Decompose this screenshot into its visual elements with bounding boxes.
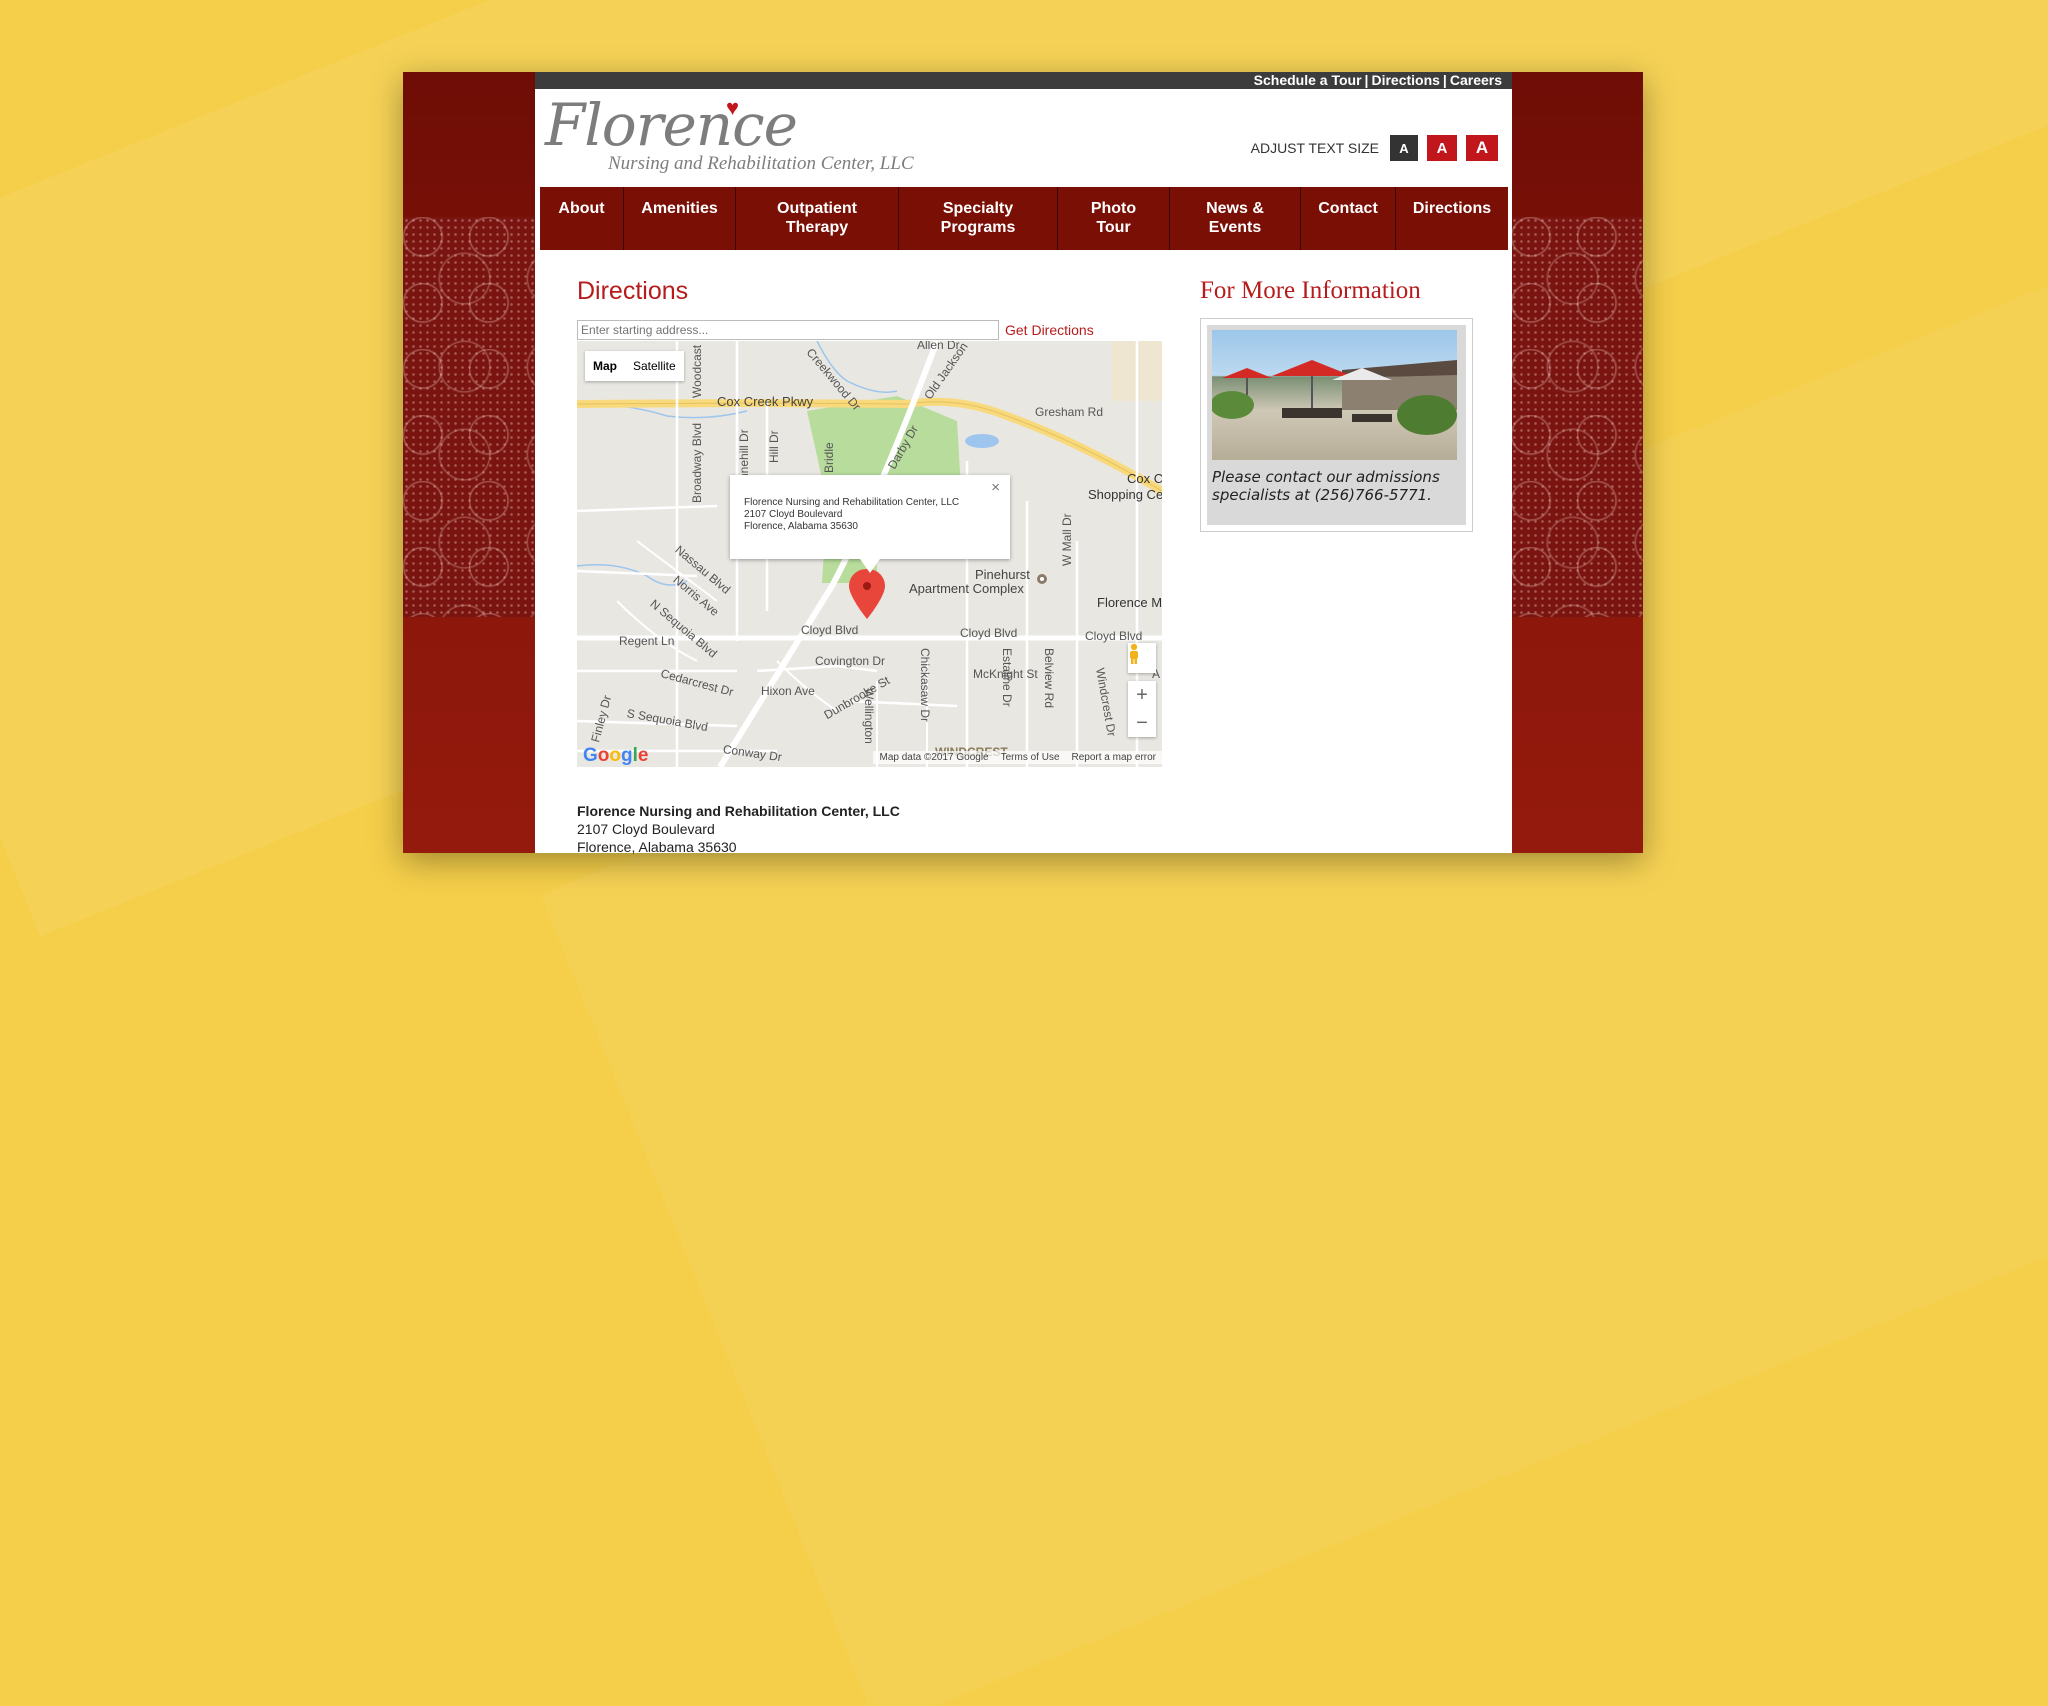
map-label: Chickasaw Dr bbox=[918, 648, 932, 723]
map-label: Wellington bbox=[862, 688, 876, 744]
pegman-icon[interactable] bbox=[1128, 643, 1156, 673]
close-icon[interactable]: × bbox=[991, 480, 1000, 495]
nav-item-amenities[interactable]: Amenities bbox=[624, 187, 736, 250]
zoom-in-button[interactable]: + bbox=[1128, 681, 1156, 709]
address-street: 2107 Cloyd Boulevard bbox=[577, 821, 715, 837]
map-label: Shopping Ce bbox=[1088, 487, 1162, 502]
map-label: Bridle bbox=[822, 442, 836, 473]
starting-address-input[interactable] bbox=[577, 320, 999, 340]
map-label: Regent Ln bbox=[619, 634, 675, 648]
map-label: Florence M bbox=[1097, 595, 1162, 610]
logo-subtitle: Nursing and Rehabilitation Center, LLC bbox=[608, 153, 914, 174]
map-label: W Mall Dr bbox=[1060, 513, 1074, 566]
nav-item-specialty-programs[interactable]: Specialty Programs bbox=[899, 187, 1058, 250]
directions-link[interactable]: Directions bbox=[1371, 72, 1439, 88]
map-attribution: Map data ©2017 Google Terms of Use Repor… bbox=[873, 751, 1162, 764]
map-label: Woodcast bbox=[690, 344, 704, 398]
nav-item-directions[interactable]: Directions bbox=[1396, 187, 1508, 250]
terms-of-use-link[interactable]: Terms of Use bbox=[1001, 752, 1060, 763]
report-map-error-link[interactable]: Report a map error bbox=[1072, 752, 1156, 763]
schedule-tour-link[interactable]: Schedule a Tour bbox=[1254, 72, 1362, 88]
site-page: Schedule a Tour | Directions | Careers Flore… bbox=[535, 72, 1512, 856]
google-logo: Google bbox=[583, 745, 649, 766]
map-type-satellite-button[interactable]: Satellite bbox=[625, 359, 684, 373]
map-label: Pinehurst bbox=[975, 567, 1030, 582]
nav-item-contact[interactable]: Contact bbox=[1301, 187, 1396, 250]
map-label: Covington Dr bbox=[815, 654, 886, 668]
main-nav: About Amenities Outpatient Therapy Speci… bbox=[540, 187, 1508, 250]
map-label: Cox Creek Pkwy bbox=[717, 394, 814, 409]
nav-item-photo-tour[interactable]: Photo Tour bbox=[1058, 187, 1170, 250]
address-block: Florence Nursing and Rehabilitation Cent… bbox=[577, 802, 900, 856]
site-header: Florence ♥ Nursing and Rehabilitation Ce… bbox=[535, 89, 1512, 186]
google-map[interactable]: Cox Creek Pkwy Gresham Rd Creekwood Dr O… bbox=[577, 341, 1162, 767]
zoom-control: + − bbox=[1128, 681, 1156, 737]
utility-bar: Schedule a Tour | Directions | Careers bbox=[535, 72, 1512, 89]
nav-item-outpatient-therapy[interactable]: Outpatient Therapy bbox=[736, 187, 899, 250]
map-label: Cox C bbox=[1127, 471, 1162, 486]
map-info-window: × Florence Nursing and Rehabilitation Ce… bbox=[730, 475, 1010, 573]
heart-icon: ♥ bbox=[726, 95, 740, 120]
map-type-map-button[interactable]: Map bbox=[585, 359, 625, 373]
nav-item-about[interactable]: About bbox=[540, 187, 624, 250]
info-window-city: Florence, Alabama 35630 bbox=[744, 521, 858, 532]
map-label: Hill Dr bbox=[767, 430, 781, 463]
map-type-control: Map Satellite bbox=[585, 351, 684, 381]
more-info-sidebar: For More Information Please contact our … bbox=[1200, 277, 1473, 532]
map-data-credit: Map data ©2017 Google bbox=[879, 752, 989, 763]
map-label: Hixon Ave bbox=[761, 684, 815, 698]
map-label: Cloyd Blvd bbox=[801, 623, 859, 637]
directions-section: Directions Get Directions bbox=[577, 277, 1167, 767]
careers-link[interactable]: Careers bbox=[1450, 72, 1502, 88]
info-window-name: Florence Nursing and Rehabilitation Cent… bbox=[744, 497, 960, 508]
damask-pattern-left bbox=[403, 217, 535, 617]
info-card: Please contact our admissions specialist… bbox=[1200, 318, 1473, 532]
text-size-label: ADJUST TEXT SIZE bbox=[1250, 140, 1379, 156]
logo-name[interactable]: Florence bbox=[545, 91, 798, 159]
address-name: Florence Nursing and Rehabilitation Cent… bbox=[577, 803, 900, 819]
damask-pattern-right bbox=[1511, 217, 1643, 617]
map-label: Belview Rd bbox=[1042, 648, 1056, 709]
text-size-medium-button[interactable]: A bbox=[1427, 135, 1457, 161]
map-label: Gresham Rd bbox=[1035, 405, 1104, 419]
map-label: Apartment Complex bbox=[909, 581, 1024, 596]
map-label: Cloyd Blvd bbox=[960, 626, 1018, 640]
courtyard-photo bbox=[1212, 330, 1457, 460]
admissions-contact-text: Please contact our admissions specialist… bbox=[1212, 468, 1440, 504]
more-info-heading: For More Information bbox=[1200, 277, 1421, 304]
zoom-out-button[interactable]: − bbox=[1128, 709, 1156, 737]
info-window-street: 2107 Cloyd Boulevard bbox=[744, 509, 843, 520]
nav-item-news-events[interactable]: News & Events bbox=[1170, 187, 1301, 250]
map-label: Broadway Blvd bbox=[690, 422, 704, 503]
text-size-controls: ADJUST TEXT SIZE A A A bbox=[1251, 135, 1498, 161]
text-size-small-button[interactable]: A bbox=[1390, 135, 1418, 161]
map-label: Allen Dr bbox=[917, 341, 960, 352]
map-label: Cloyd Blvd bbox=[1085, 629, 1143, 643]
directions-heading: Directions bbox=[577, 277, 689, 305]
map-label: Estaline Dr bbox=[1000, 648, 1014, 707]
address-city: Florence, Alabama 35630 bbox=[577, 839, 737, 855]
get-directions-link[interactable]: Get Directions bbox=[1005, 322, 1094, 338]
text-size-large-button[interactable]: A bbox=[1466, 135, 1498, 161]
